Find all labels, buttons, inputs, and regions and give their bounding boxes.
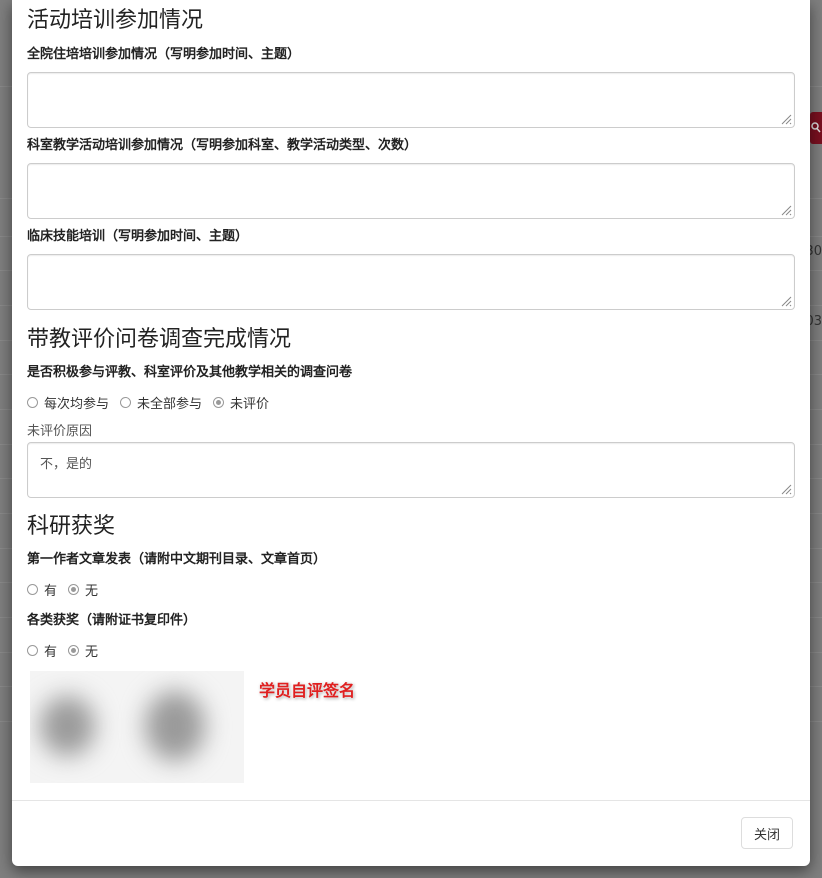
search-icon	[811, 122, 821, 133]
reason-textarea[interactable]: 不，是的	[27, 442, 795, 498]
question-label-clinical-skills: 临床技能培训（写明参加时间、主题）	[27, 229, 249, 244]
resize-grip-icon[interactable]	[780, 295, 792, 307]
radio-button-selected[interactable]	[213, 397, 225, 408]
section-title-research: 科研获奖	[27, 514, 116, 539]
awards-radio-group: 有 无	[27, 641, 109, 660]
radio-option-yes[interactable]: 有	[27, 580, 57, 599]
question-label-hospital-training: 全院住培培训参加情况（写明参加时间、主题）	[27, 47, 301, 62]
radio-option-no[interactable]: 无	[68, 580, 98, 599]
modal-footer-divider	[12, 800, 810, 801]
publication-radio-group: 有 无	[27, 580, 109, 599]
question-label-awards: 各类获奖（请附证书复印件）	[27, 613, 197, 628]
question-label-dept-training: 科室教学活动培训参加情况（写明参加科室、教学活动类型、次数）	[27, 138, 418, 153]
dept-training-textarea[interactable]	[27, 163, 795, 219]
radio-button[interactable]	[27, 645, 38, 656]
clinical-skills-textarea[interactable]	[27, 254, 795, 310]
radio-label: 有	[44, 645, 58, 660]
radio-option-no[interactable]: 无	[68, 641, 98, 660]
radio-button-selected[interactable]	[68, 584, 80, 595]
radio-option-not-evaluated[interactable]: 未评价	[213, 393, 269, 412]
resize-grip-icon[interactable]	[780, 483, 792, 495]
evaluation-modal: 活动培训参加情况 全院住培培训参加情况（写明参加时间、主题） 科室教学活动培训参…	[12, 0, 810, 866]
radio-label: 有	[44, 584, 58, 599]
section-title-survey: 带教评价问卷调查完成情况	[27, 327, 292, 352]
radio-label: 未评价	[230, 397, 270, 412]
signature-image	[30, 671, 244, 783]
resize-grip-icon[interactable]	[780, 113, 792, 125]
radio-label: 无	[85, 584, 99, 599]
bg-search-button[interactable]	[810, 112, 822, 144]
question-label-publication: 第一作者文章发表（请附中文期刊目录、文章首页）	[27, 552, 327, 567]
survey-radio-group: 每次均参与 未全部参与 未评价	[27, 393, 280, 412]
radio-label: 无	[85, 645, 99, 660]
close-button[interactable]: 关闭	[741, 817, 793, 849]
radio-label: 未全部参与	[137, 397, 203, 412]
resize-grip-icon[interactable]	[780, 204, 792, 216]
radio-label: 每次均参与	[44, 397, 110, 412]
radio-option-partial[interactable]: 未全部参与	[120, 393, 202, 412]
radio-button[interactable]	[27, 397, 38, 408]
radio-button[interactable]	[27, 584, 38, 595]
signature-label: 学员自评签名	[259, 681, 356, 700]
hospital-training-textarea[interactable]	[27, 72, 795, 128]
section-title-activity: 活动培训参加情况	[27, 8, 204, 33]
radio-option-yes[interactable]: 有	[27, 641, 57, 660]
reason-value: 不，是的	[40, 457, 93, 472]
question-label-survey: 是否积极参与评教、科室评价及其他教学相关的调查问卷	[27, 365, 353, 380]
reason-label: 未评价原因	[27, 424, 93, 439]
radio-button[interactable]	[120, 397, 132, 408]
radio-option-every-time[interactable]: 每次均参与	[27, 393, 109, 412]
radio-button-selected[interactable]	[68, 645, 80, 656]
